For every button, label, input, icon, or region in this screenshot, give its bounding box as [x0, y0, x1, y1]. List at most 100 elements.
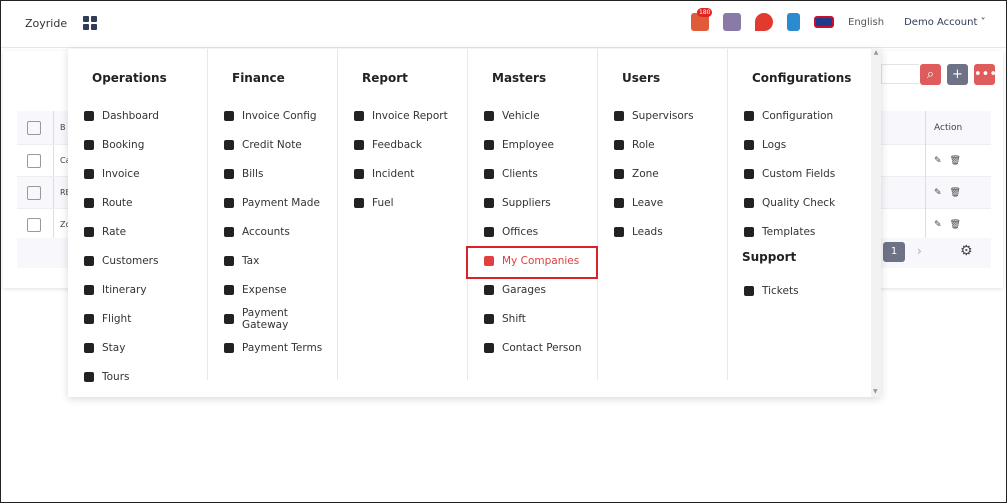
- menu-item-label: Stay: [102, 341, 126, 354]
- menu-item-custom-fields[interactable]: Custom Fields: [728, 159, 871, 188]
- menu-item-leave[interactable]: Leave: [598, 188, 727, 217]
- menu-item-label: Offices: [502, 225, 539, 238]
- menu-item-rate[interactable]: Rate: [68, 217, 207, 246]
- menu-item-configuration[interactable]: Configuration: [728, 101, 871, 130]
- row-checkbox[interactable]: [27, 153, 41, 168]
- menu-item-incident[interactable]: Incident: [338, 159, 467, 188]
- menu-item-leads[interactable]: Leads: [598, 217, 727, 246]
- stay-icon: [84, 342, 94, 353]
- uk-flag-icon[interactable]: [814, 16, 834, 28]
- menu-item-employee[interactable]: Employee: [468, 130, 597, 159]
- menu-item-label: Templates: [762, 225, 816, 238]
- notification-badge: 180: [697, 8, 713, 17]
- page-1-button[interactable]: 1: [883, 242, 905, 262]
- menu-item-payment-terms[interactable]: Payment Terms: [208, 333, 337, 362]
- menu-item-expense[interactable]: Expense: [208, 275, 337, 304]
- language-selector[interactable]: English: [848, 17, 884, 28]
- edit-icon[interactable]: ✎: [934, 188, 942, 198]
- top-header: Zoyride 180 English Demo Account ˅: [1, 1, 1006, 48]
- bills-icon: [224, 168, 234, 179]
- payment-gateway-icon: [224, 313, 234, 324]
- menu-item-label: Configuration: [762, 109, 834, 122]
- menu-scrollbar[interactable]: ▲ ▼: [871, 49, 881, 397]
- menu-item-zone[interactable]: Zone: [598, 159, 727, 188]
- store-icon[interactable]: [723, 13, 741, 31]
- menu-item-label: Invoice Report: [372, 109, 448, 122]
- apps-grid-icon[interactable]: [83, 16, 97, 30]
- menu-item-label: Role: [632, 138, 655, 151]
- row-checkbox[interactable]: [27, 185, 41, 200]
- menu-item-suppliers[interactable]: Suppliers: [468, 188, 597, 217]
- expense-icon: [224, 284, 234, 295]
- payment-terms-icon: [224, 342, 234, 353]
- menu-item-contact-person[interactable]: Contact Person: [468, 333, 597, 362]
- menu-item-vehicle[interactable]: Vehicle: [468, 101, 597, 130]
- menu-item-bills[interactable]: Bills: [208, 159, 337, 188]
- menu-item-shift[interactable]: Shift: [468, 304, 597, 333]
- contact-person-icon: [484, 342, 494, 353]
- menu-column-configurations: Configurations Configuration Logs Custom Fi…: [728, 49, 871, 380]
- menu-item-flight[interactable]: Flight: [68, 304, 207, 333]
- account-menu[interactable]: Demo Account ˅: [904, 17, 985, 28]
- menu-item-dashboard[interactable]: Dashboard: [68, 101, 207, 130]
- menu-item-offices[interactable]: Offices: [468, 217, 597, 246]
- more-button[interactable]: •••: [974, 64, 997, 85]
- search-button[interactable]: ⌕: [920, 64, 941, 85]
- menu-item-customers[interactable]: Customers: [68, 246, 207, 275]
- mail-icon[interactable]: 180: [691, 8, 713, 31]
- menu-item-my-companies[interactable]: My Companies: [466, 246, 598, 279]
- menu-item-label: Dashboard: [102, 109, 159, 122]
- map-pin-icon[interactable]: [755, 13, 773, 31]
- book-icon[interactable]: [787, 13, 800, 31]
- menu-item-credit-note[interactable]: Credit Note: [208, 130, 337, 159]
- edit-icon[interactable]: ✎: [934, 156, 942, 166]
- menu-item-label: Shift: [502, 312, 526, 325]
- delete-icon[interactable]: 🗑: [950, 220, 961, 230]
- menu-item-tax[interactable]: Tax: [208, 246, 337, 275]
- menu-item-payment-made[interactable]: Payment Made: [208, 188, 337, 217]
- employee-icon: [484, 139, 494, 150]
- select-all-checkbox[interactable]: [27, 120, 41, 135]
- menu-item-label: Payment Made: [242, 196, 320, 209]
- menu-item-logs[interactable]: Logs: [728, 130, 871, 159]
- menu-item-accounts[interactable]: Accounts: [208, 217, 337, 246]
- menu-item-payment-gateway[interactable]: Payment Gateway: [208, 304, 337, 333]
- menu-item-tickets[interactable]: Tickets: [728, 276, 871, 305]
- menu-item-stay[interactable]: Stay: [68, 333, 207, 362]
- menu-item-role[interactable]: Role: [598, 130, 727, 159]
- search-input[interactable]: [881, 64, 919, 84]
- next-page-icon[interactable]: ›: [917, 244, 922, 258]
- delete-icon[interactable]: 🗑: [950, 188, 961, 198]
- brand-name[interactable]: Zoyride: [25, 17, 67, 30]
- delete-icon[interactable]: 🗑: [950, 156, 961, 166]
- menu-item-invoice-config[interactable]: Invoice Config: [208, 101, 337, 130]
- incident-icon: [354, 168, 364, 179]
- menu-item-label: Vehicle: [502, 109, 540, 122]
- menu-column-users: Users Supervisors Role Zone Leave Leads: [598, 49, 728, 380]
- menu-item-fuel[interactable]: Fuel: [338, 188, 467, 217]
- menu-item-label: Leads: [632, 225, 663, 238]
- menu-heading: Masters: [492, 71, 547, 85]
- menu-item-templates[interactable]: Templates: [728, 217, 871, 246]
- menu-item-quality-check[interactable]: Quality Check: [728, 188, 871, 217]
- menu-item-garages[interactable]: Garages: [468, 275, 597, 304]
- edit-icon[interactable]: ✎: [934, 220, 942, 230]
- menu-heading-support: Support: [742, 250, 797, 264]
- menu-item-invoice[interactable]: Invoice: [68, 159, 207, 188]
- menu-item-itinerary[interactable]: Itinerary: [68, 275, 207, 304]
- rate-icon: [84, 226, 94, 237]
- row-checkbox[interactable]: [27, 217, 41, 232]
- settings-gear-icon[interactable]: ⚙: [960, 243, 973, 259]
- menu-item-booking[interactable]: Booking: [68, 130, 207, 159]
- menu-item-feedback[interactable]: Feedback: [338, 130, 467, 159]
- menu-item-tours[interactable]: Tours: [68, 362, 207, 391]
- tours-icon: [84, 371, 94, 382]
- menu-item-invoice-report[interactable]: Invoice Report: [338, 101, 467, 130]
- shift-icon: [484, 313, 494, 324]
- menu-item-supervisors[interactable]: Supervisors: [598, 101, 727, 130]
- menu-item-route[interactable]: Route: [68, 188, 207, 217]
- menu-item-clients[interactable]: Clients: [468, 159, 597, 188]
- add-button[interactable]: +: [947, 64, 968, 85]
- invoice-report-icon: [354, 110, 364, 121]
- menu-item-label: Tickets: [762, 284, 799, 297]
